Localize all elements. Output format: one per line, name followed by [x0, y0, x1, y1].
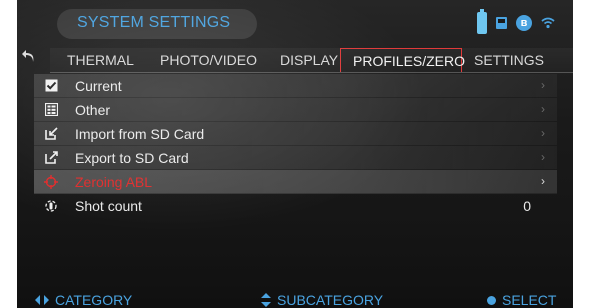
- menu-item-other[interactable]: Other ›: [34, 98, 557, 122]
- status-icons: ʙ: [477, 9, 555, 34]
- chevron-right-icon: ›: [541, 102, 545, 116]
- settings-menu: Current › Other › Import from SD Card › …: [34, 74, 557, 218]
- tab-bar: THERMAL PHOTO/VIDEO DISPLAY PROFILES/ZER…: [50, 48, 573, 72]
- select-dot-icon: [487, 295, 496, 305]
- menu-item-label: Other: [75, 101, 111, 118]
- tab-display[interactable]: DISPLAY: [268, 48, 340, 72]
- chevron-right-icon: ›: [541, 174, 545, 188]
- chevron-right-icon: ›: [541, 78, 545, 92]
- menu-item-zeroing-abl[interactable]: Zeroing ABL ›: [34, 170, 557, 194]
- control-hints: CATEGORY SUBCATEGORY SELECT: [17, 288, 573, 308]
- hint-subcategory-label: SUBCATEGORY: [277, 292, 384, 308]
- checkbox-icon: [43, 78, 59, 94]
- hint-category-label: CATEGORY: [55, 292, 133, 308]
- bluetooth-icon: ʙ: [516, 15, 532, 31]
- tab-photo-video[interactable]: PHOTO/VIDEO: [148, 48, 268, 72]
- left-right-arrows-icon: [35, 295, 49, 305]
- menu-item-current[interactable]: Current ›: [34, 74, 557, 98]
- chevron-right-icon: ›: [541, 126, 545, 140]
- menu-item-export-sd[interactable]: Export to SD Card ›: [34, 146, 557, 170]
- hint-select-label: SELECT: [502, 292, 557, 308]
- tab-divider: [50, 72, 573, 73]
- menu-item-shot-count[interactable]: Shot count 0: [34, 194, 557, 218]
- page-title: SYSTEM SETTINGS: [77, 14, 231, 31]
- wifi-icon: [541, 17, 555, 29]
- hint-select: SELECT: [487, 292, 556, 308]
- list-icon: [43, 102, 59, 118]
- back-arrow-icon[interactable]: [21, 50, 35, 69]
- tab-thermal[interactable]: THERMAL: [56, 48, 148, 72]
- battery-icon: [477, 9, 487, 34]
- menu-item-label: Current: [75, 77, 122, 94]
- tab-settings[interactable]: SETTINGS: [462, 48, 552, 72]
- menu-item-import-sd[interactable]: Import from SD Card ›: [34, 122, 557, 146]
- hint-subcategory: SUBCATEGORY: [261, 292, 383, 308]
- sd-card-icon: [496, 17, 507, 29]
- export-icon: [43, 150, 59, 166]
- shot-count-icon: [43, 198, 59, 214]
- tab-profiles-zero[interactable]: PROFILES/ZERO: [340, 48, 465, 72]
- chevron-right-icon: ›: [541, 150, 545, 164]
- device-screen: SYSTEM SETTINGS ʙ THERMAL PHOTO/VIDEO DI…: [17, 0, 573, 308]
- up-down-arrows-icon: [261, 293, 271, 307]
- zeroing-icon: [43, 174, 59, 190]
- menu-item-label: Zeroing ABL: [75, 173, 153, 190]
- menu-item-label: Import from SD Card: [75, 125, 205, 142]
- menu-item-label: Export to SD Card: [75, 149, 189, 166]
- hint-category: CATEGORY: [35, 292, 132, 308]
- import-icon: [43, 126, 59, 142]
- shot-count-value: 0: [523, 198, 531, 214]
- menu-item-label: Shot count: [75, 198, 142, 214]
